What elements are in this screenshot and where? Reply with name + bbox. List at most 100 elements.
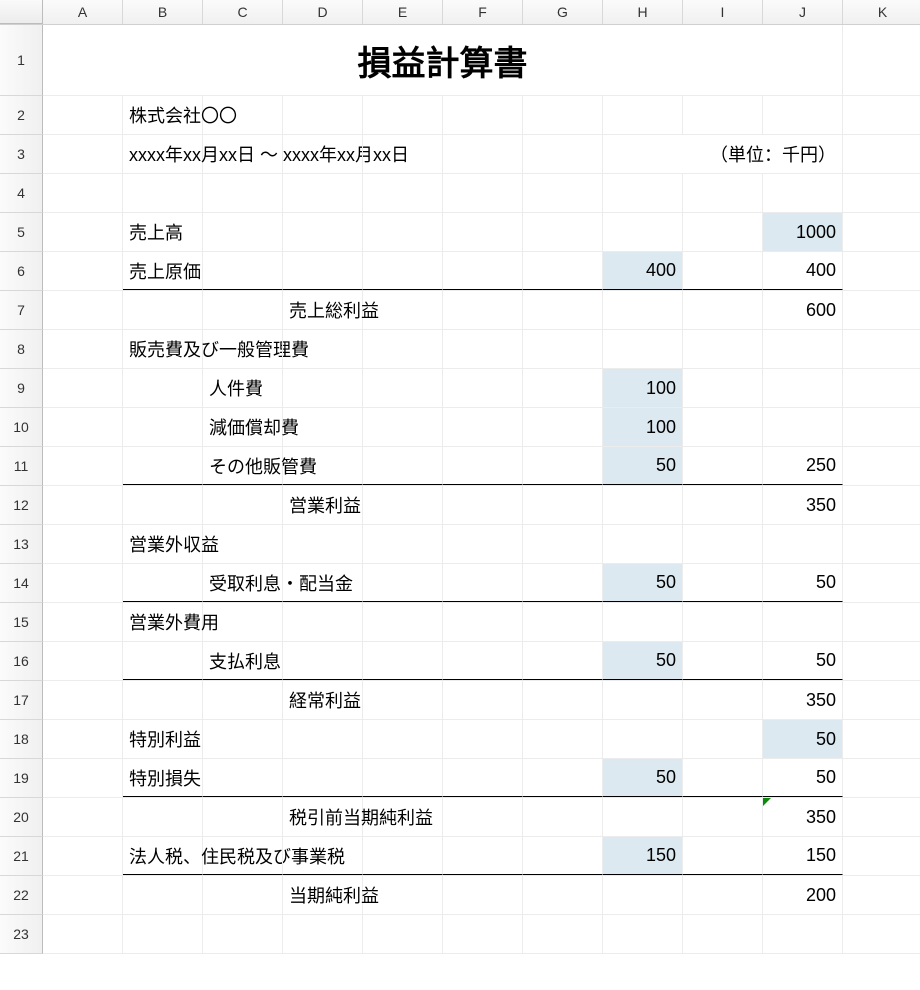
cell-G5[interactable]: [523, 213, 603, 251]
cell-H8[interactable]: [603, 330, 683, 368]
cell-K11[interactable]: [843, 447, 920, 485]
cell-C2[interactable]: [203, 96, 283, 134]
col-header-B[interactable]: B: [123, 0, 203, 24]
cell-C22[interactable]: [203, 876, 283, 914]
cell-B16[interactable]: [123, 642, 203, 680]
cell-H18[interactable]: [603, 720, 683, 758]
col-header-I[interactable]: I: [683, 0, 763, 24]
cell-H13[interactable]: [603, 525, 683, 563]
cell-K18[interactable]: [843, 720, 920, 758]
cell-C7[interactable]: [203, 291, 283, 329]
cell-other-sga-label[interactable]: その他販管費: [203, 447, 283, 485]
cell-F7[interactable]: [443, 291, 523, 329]
cell-K10[interactable]: [843, 408, 920, 446]
cell-I22[interactable]: [683, 876, 763, 914]
cell-other-sga-j[interactable]: 250: [763, 447, 843, 485]
cell-E4[interactable]: [363, 174, 443, 212]
cell-J13[interactable]: [763, 525, 843, 563]
cell-C3[interactable]: [203, 135, 283, 173]
col-header-D[interactable]: D: [283, 0, 363, 24]
cell-A11[interactable]: [43, 447, 123, 485]
cell-D9[interactable]: [283, 369, 363, 407]
cell-I11[interactable]: [683, 447, 763, 485]
cell-I19[interactable]: [683, 759, 763, 797]
cell-G6[interactable]: [523, 252, 603, 290]
cell-C17[interactable]: [203, 681, 283, 719]
cell-A16[interactable]: [43, 642, 123, 680]
cell-nonop-exp-label[interactable]: 営業外費用: [123, 603, 203, 641]
cell-J9[interactable]: [763, 369, 843, 407]
cell-A9[interactable]: [43, 369, 123, 407]
cell-K6[interactable]: [843, 252, 920, 290]
cell-A15[interactable]: [43, 603, 123, 641]
cell-other-sga-h[interactable]: 50: [603, 447, 683, 485]
cell-E20[interactable]: [363, 798, 443, 836]
cell-K23[interactable]: [843, 915, 920, 953]
cell-F21[interactable]: [443, 837, 523, 875]
cell-ord-value[interactable]: 350: [763, 681, 843, 719]
col-header-E[interactable]: E: [363, 0, 443, 24]
cell-G22[interactable]: [523, 876, 603, 914]
cell-F19[interactable]: [443, 759, 523, 797]
cell-D2[interactable]: [283, 96, 363, 134]
cell-H20[interactable]: [603, 798, 683, 836]
cell-A18[interactable]: [43, 720, 123, 758]
cell-E18[interactable]: [363, 720, 443, 758]
row-header-5[interactable]: 5: [0, 213, 43, 252]
cell-F13[interactable]: [443, 525, 523, 563]
cell-I21[interactable]: [683, 837, 763, 875]
cell-E2[interactable]: [363, 96, 443, 134]
cell-ext-loss-h[interactable]: 50: [603, 759, 683, 797]
cell-C19[interactable]: [203, 759, 283, 797]
row-header-19[interactable]: 19: [0, 759, 43, 798]
cell-A21[interactable]: [43, 837, 123, 875]
cell-G11[interactable]: [523, 447, 603, 485]
cell-G18[interactable]: [523, 720, 603, 758]
row-header-14[interactable]: 14: [0, 564, 43, 603]
row-header-3[interactable]: 3: [0, 135, 43, 174]
cell-G21[interactable]: [523, 837, 603, 875]
cell-A13[interactable]: [43, 525, 123, 563]
cell-I7[interactable]: [683, 291, 763, 329]
cell-J15[interactable]: [763, 603, 843, 641]
cell-cogs-h[interactable]: 400: [603, 252, 683, 290]
cell-int-recv-j[interactable]: 50: [763, 564, 843, 602]
cell-G9[interactable]: [523, 369, 603, 407]
cell-G2[interactable]: [523, 96, 603, 134]
cell-D15[interactable]: [283, 603, 363, 641]
cell-G14[interactable]: [523, 564, 603, 602]
cell-net-value[interactable]: 200: [763, 876, 843, 914]
cell-H15[interactable]: [603, 603, 683, 641]
row-header-9[interactable]: 9: [0, 369, 43, 408]
cell-tax-label[interactable]: 法人税、住民税及び事業税: [123, 837, 203, 875]
cell-pretax-value[interactable]: 350: [763, 798, 843, 836]
cell-F12[interactable]: [443, 486, 523, 524]
cell-F22[interactable]: [443, 876, 523, 914]
cell-B20[interactable]: [123, 798, 203, 836]
cell-A17[interactable]: [43, 681, 123, 719]
cell-depr-label[interactable]: 減価償却費: [203, 408, 283, 446]
cell-D14[interactable]: [283, 564, 363, 602]
cell-I15[interactable]: [683, 603, 763, 641]
cell-period[interactable]: xxxx年xx月xx日 ～ xxxx年xx月xx日: [123, 135, 203, 173]
cell-K13[interactable]: [843, 525, 920, 563]
cell-I5[interactable]: [683, 213, 763, 251]
cell-C12[interactable]: [203, 486, 283, 524]
cell-cogs-label[interactable]: 売上原価: [123, 252, 203, 290]
col-header-K[interactable]: K: [843, 0, 920, 24]
cell-I4[interactable]: [683, 174, 763, 212]
cell-C4[interactable]: [203, 174, 283, 212]
row-header-6[interactable]: 6: [0, 252, 43, 291]
cell-B22[interactable]: [123, 876, 203, 914]
cell-company[interactable]: 株式会社〇〇: [123, 96, 203, 134]
cell-B23[interactable]: [123, 915, 203, 953]
cell-ext-gain-j[interactable]: 50: [763, 720, 843, 758]
cell-E13[interactable]: [363, 525, 443, 563]
cell-H4[interactable]: [603, 174, 683, 212]
cell-K9[interactable]: [843, 369, 920, 407]
cell-E9[interactable]: [363, 369, 443, 407]
cell-I9[interactable]: [683, 369, 763, 407]
cell-I6[interactable]: [683, 252, 763, 290]
cell-D18[interactable]: [283, 720, 363, 758]
cell-tax-h[interactable]: 150: [603, 837, 683, 875]
